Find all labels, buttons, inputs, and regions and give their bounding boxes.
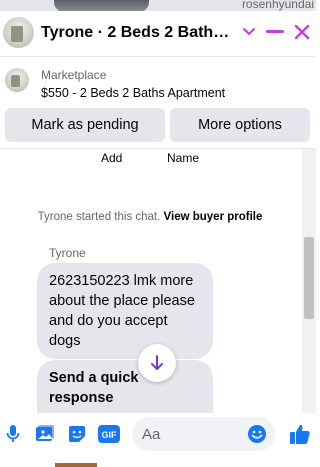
arrow-down-icon [151,355,163,370]
add-label: Add [101,151,123,165]
quick-response-bubble[interactable]: Send a quick response [37,360,213,413]
listing-detail: $550 - 2 Beds 2 Baths Apartment [41,86,226,100]
gif-icon[interactable]: GIF [96,422,122,446]
close-icon[interactable] [290,20,314,44]
marketplace-label: Marketplace [41,68,107,82]
marketplace-info[interactable]: Marketplace $550 - 2 Beds 2 Baths Apartm… [0,57,316,103]
conversation-area[interactable]: Add Name Tyrone started this chat. View … [0,148,316,413]
message-input[interactable] [142,417,242,451]
chevron-down-icon[interactable] [237,20,261,44]
microphone-icon[interactable] [1,422,25,446]
chat-started-text: Tyrone started this chat. [37,211,161,223]
taskbar-tab [55,463,97,467]
message-bubble: 2623150223 lmk more about the place plea… [37,263,213,359]
more-options-button[interactable]: More options [170,108,310,142]
minimize-icon[interactable] [263,20,287,44]
sticker-icon[interactable] [65,422,89,446]
image-icon[interactable] [33,422,57,446]
scrollbar-thumb[interactable] [304,237,314,319]
chat-header: Tyrone · 2 Beds 2 Baths Ap... [0,11,316,57]
listing-small-thumbnail [5,68,29,92]
listing-thumbnail[interactable] [3,17,34,48]
view-buyer-profile-link[interactable]: View buyer profile [164,211,263,223]
name-label: Name [167,151,200,165]
sender-name: Tyrone [49,246,86,260]
window-bottom-edge [0,455,316,467]
chat-started-notice: Tyrone started this chat. View buyer pro… [0,211,300,223]
message-input-wrapper [132,417,275,451]
background-text: rosenhyundai [241,0,314,11]
gif-label: GIF [102,430,118,440]
message-composer: GIF [0,413,316,455]
mark-as-pending-button[interactable]: Mark as pending [5,108,165,142]
emoji-icon[interactable] [247,424,267,444]
chat-title[interactable]: Tyrone · 2 Beds 2 Baths Ap... [41,24,237,42]
scroll-to-bottom-button[interactable] [138,344,176,382]
thumbs-up-icon[interactable] [287,422,313,446]
